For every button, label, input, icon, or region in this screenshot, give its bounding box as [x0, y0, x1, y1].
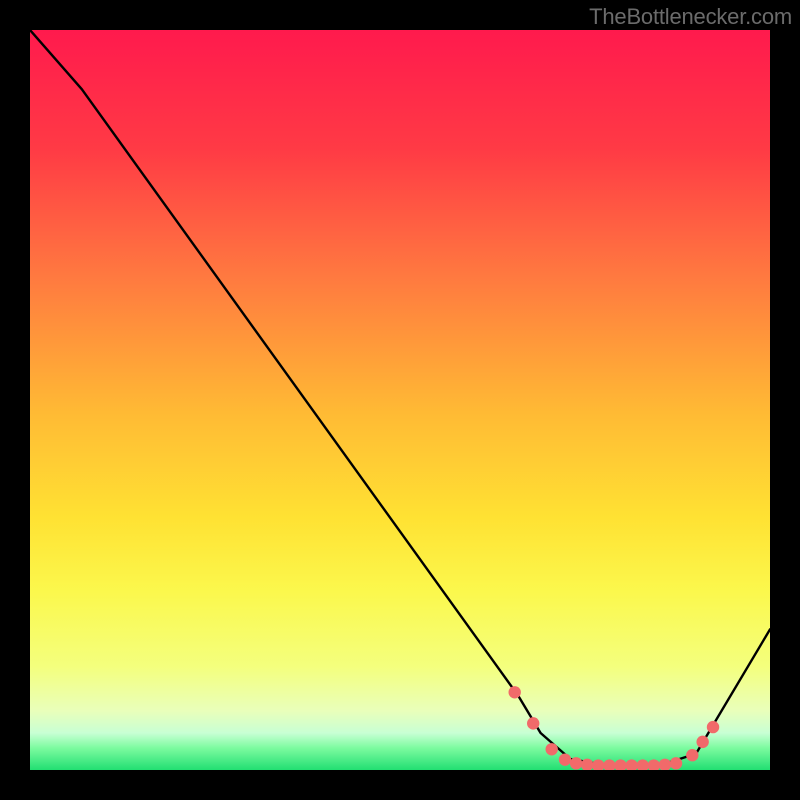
gradient-background: [30, 30, 770, 770]
plot-area: [30, 30, 770, 770]
watermark-text: TheBottlenecker.com: [589, 4, 792, 30]
chart-container: TheBottlenecker.com: [0, 0, 800, 800]
